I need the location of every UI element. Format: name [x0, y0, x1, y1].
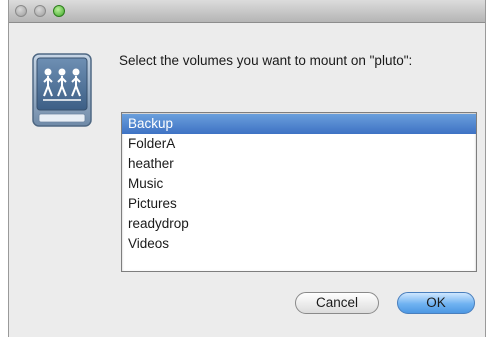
volume-list-item[interactable]: readydrop	[122, 214, 476, 234]
volume-list-item[interactable]: Backup	[122, 114, 476, 134]
zoom-icon[interactable]	[53, 5, 65, 17]
volume-list-item[interactable]: Pictures	[122, 194, 476, 214]
close-icon[interactable]	[15, 5, 27, 17]
volume-list-item[interactable]: Videos	[122, 234, 476, 254]
volume-list-item[interactable]: Music	[122, 174, 476, 194]
title-bar	[9, 0, 485, 23]
ok-button[interactable]: OK	[397, 292, 475, 314]
network-server-icon	[32, 53, 92, 127]
minimize-icon[interactable]	[34, 5, 46, 17]
volume-list[interactable]: Backup FolderA heather Music Pictures readydr…	[121, 112, 477, 272]
cancel-button[interactable]: Cancel	[295, 292, 379, 314]
volume-list-item[interactable]: FolderA	[122, 134, 476, 154]
mount-volumes-dialog: Select the volumes you want to mount on …	[8, 0, 486, 337]
mount-prompt-text: Select the volumes you want to mount on …	[119, 53, 413, 68]
volume-list-item[interactable]: heather	[122, 154, 476, 174]
